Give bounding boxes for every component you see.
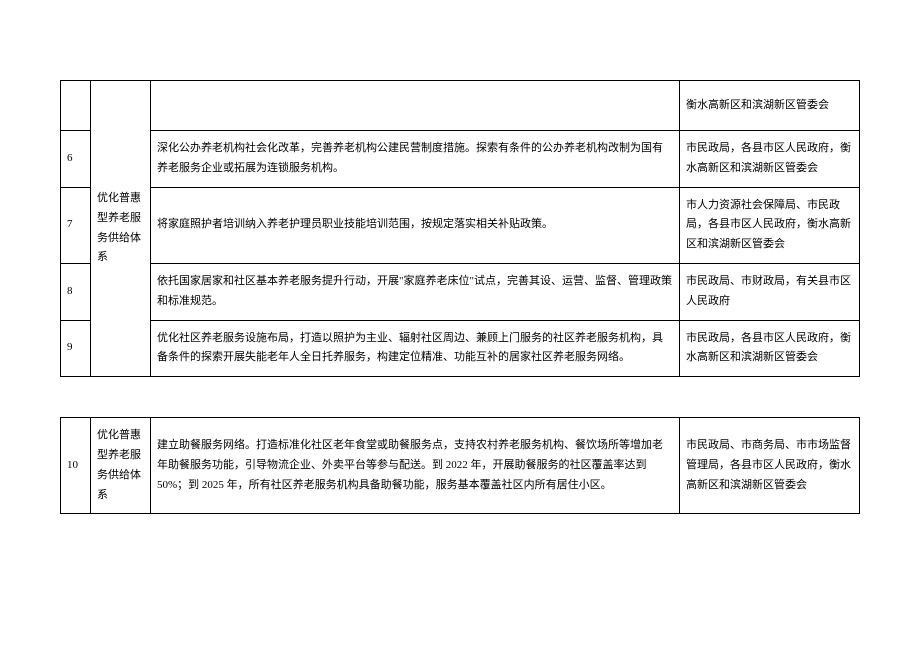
row-number: 8 (61, 263, 91, 320)
dept-cell: 市民政局、市商务局、市市场监督管理局，各县市区人民政府，衡水高新区和滨湖新区管委… (680, 418, 860, 514)
dept-cell: 市民政局，各县市区人民政府，衡水高新区和滨湖新区管委会 (680, 131, 860, 188)
row-number (61, 81, 91, 131)
table-row: 优化普惠型养老服务供给体系 衡水高新区和滨湖新区管委会 (61, 81, 860, 131)
row-number: 9 (61, 320, 91, 377)
content-cell: 建立助餐服务网络。打造标准化社区老年食堂或助餐服务点，支持农村养老服务机构、餐饮… (151, 418, 680, 514)
row-number: 7 (61, 187, 91, 263)
dept-cell: 市民政局、市财政局，有关县市区人民政府 (680, 263, 860, 320)
content-cell: 深化公办养老机构社会化改革，完善养老机构公建民营制度措施。探索有条件的公办养老机… (151, 131, 680, 188)
table-row: 9 优化社区养老服务设施布局，打造以照护为主业、辐射社区周边、兼顾上门服务的社区… (61, 320, 860, 377)
row-number: 6 (61, 131, 91, 188)
content-cell: 依托国家居家和社区基本养老服务提升行动，开展"家庭养老床位"试点，完善其设、运营… (151, 263, 680, 320)
category-cell: 优化普惠型养老服务供给体系 (91, 81, 151, 377)
table-row: 7 将家庭照护者培训纳入养老护理员职业技能培训范围，按规定落实相关补贴政策。 市… (61, 187, 860, 263)
content-cell (151, 81, 680, 131)
policy-table-2: 10 优化普惠型养老服务供给体系 建立助餐服务网络。打造标准化社区老年食堂或助餐… (60, 417, 860, 514)
category-cell: 优化普惠型养老服务供给体系 (91, 418, 151, 514)
content-cell: 将家庭照护者培训纳入养老护理员职业技能培训范围，按规定落实相关补贴政策。 (151, 187, 680, 263)
table-row: 8 依托国家居家和社区基本养老服务提升行动，开展"家庭养老床位"试点，完善其设、… (61, 263, 860, 320)
dept-cell: 市民政局，各县市区人民政府，衡水高新区和滨湖新区管委会 (680, 320, 860, 377)
dept-cell: 市人力资源社会保障局、市民政局，各县市区人民政府，衡水高新区和滨湖新区管委会 (680, 187, 860, 263)
row-number: 10 (61, 418, 91, 514)
policy-table-1: 优化普惠型养老服务供给体系 衡水高新区和滨湖新区管委会 6 深化公办养老机构社会… (60, 80, 860, 377)
dept-cell: 衡水高新区和滨湖新区管委会 (680, 81, 860, 131)
table-row: 10 优化普惠型养老服务供给体系 建立助餐服务网络。打造标准化社区老年食堂或助餐… (61, 418, 860, 514)
table-row: 6 深化公办养老机构社会化改革，完善养老机构公建民营制度措施。探索有条件的公办养… (61, 131, 860, 188)
content-cell: 优化社区养老服务设施布局，打造以照护为主业、辐射社区周边、兼顾上门服务的社区养老… (151, 320, 680, 377)
